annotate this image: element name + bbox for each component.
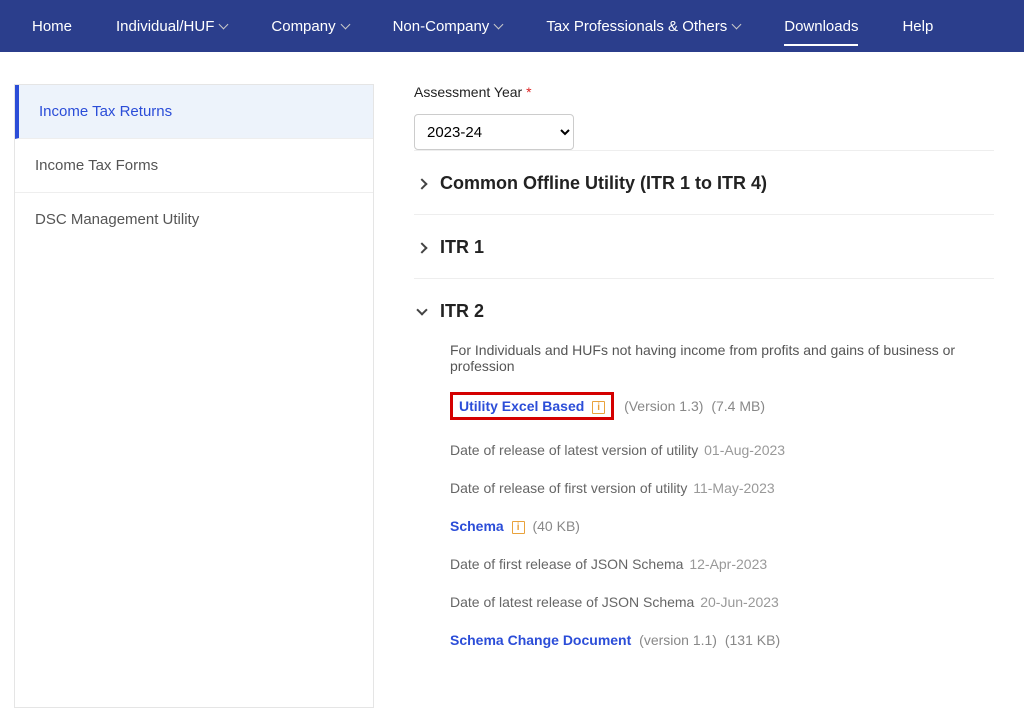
- schema-change-link[interactable]: Schema Change Document: [450, 632, 631, 648]
- nav-company[interactable]: Company: [249, 0, 370, 52]
- assessment-year-select[interactable]: 2023-24: [414, 114, 574, 150]
- required-star: *: [526, 84, 531, 100]
- date-latest-value: 01-Aug-2023: [704, 442, 785, 458]
- nav-taxpro[interactable]: Tax Professionals & Others: [524, 0, 762, 52]
- utility-size: (7.4 MB): [711, 398, 765, 414]
- chevron-down-icon: [219, 19, 229, 29]
- sidebar-item-dsc[interactable]: DSC Management Utility: [15, 193, 373, 246]
- chevron-right-icon: [416, 242, 427, 253]
- utility-excel-link[interactable]: Utility Excel Based: [459, 398, 584, 414]
- date-first-label: Date of release of first version of util…: [450, 480, 687, 496]
- section-itr2[interactable]: ITR 2: [414, 278, 994, 342]
- chevron-right-icon: [416, 178, 427, 189]
- schema-size: (40 KB): [532, 518, 579, 534]
- nav-downloads[interactable]: Downloads: [762, 0, 880, 52]
- info-icon[interactable]: i: [512, 521, 525, 534]
- date-latest-utility: Date of release of latest version of uti…: [450, 442, 994, 458]
- json-first-value: 12-Apr-2023: [689, 556, 767, 572]
- date-first-value: 11-May-2023: [693, 480, 774, 496]
- schema-change-version: (version 1.1): [639, 632, 717, 648]
- nav-home[interactable]: Home: [10, 0, 94, 52]
- highlight-box: Utility Excel Based i: [450, 392, 614, 420]
- json-first-row: Date of first release of JSON Schema 12-…: [450, 556, 994, 572]
- itr2-content: For Individuals and HUFs not having inco…: [414, 342, 994, 688]
- json-latest-value: 20-Jun-2023: [700, 594, 779, 610]
- main-container: Income Tax Returns Income Tax Forms DSC …: [0, 52, 1024, 708]
- nav-individual-label: Individual/HUF: [116, 18, 214, 35]
- schema-change-row: Schema Change Document (version 1.1) (13…: [450, 632, 994, 648]
- assessment-year-label: Assessment Year*: [414, 84, 994, 100]
- nav-noncompany-label: Non-Company: [393, 18, 490, 35]
- sidebar-item-forms[interactable]: Income Tax Forms: [15, 139, 373, 193]
- schema-change-size: (131 KB): [725, 632, 780, 648]
- json-latest-row: Date of latest release of JSON Schema 20…: [450, 594, 994, 610]
- date-latest-label: Date of release of latest version of uti…: [450, 442, 698, 458]
- nav-company-label: Company: [271, 18, 335, 35]
- chevron-down-icon: [416, 304, 427, 315]
- section-itr2-title: ITR 2: [440, 301, 484, 322]
- json-latest-label: Date of latest release of JSON Schema: [450, 594, 694, 610]
- nav-help[interactable]: Help: [880, 0, 955, 52]
- date-first-utility: Date of release of first version of util…: [450, 480, 994, 496]
- utility-row: Utility Excel Based i (Version 1.3) (7.4…: [450, 392, 994, 420]
- assessment-year-text: Assessment Year: [414, 84, 522, 100]
- utility-version: (Version 1.3): [624, 398, 703, 414]
- nav-noncompany[interactable]: Non-Company: [371, 0, 525, 52]
- chevron-down-icon: [732, 19, 742, 29]
- top-nav: Home Individual/HUF Company Non-Company …: [0, 0, 1024, 52]
- section-itr1-title: ITR 1: [440, 237, 484, 258]
- main-panel: Assessment Year* 2023-24 Common Offline …: [374, 84, 1024, 708]
- itr2-description: For Individuals and HUFs not having inco…: [450, 342, 994, 374]
- section-common-utility[interactable]: Common Offline Utility (ITR 1 to ITR 4): [414, 150, 994, 214]
- section-itr1[interactable]: ITR 1: [414, 214, 994, 278]
- nav-taxpro-label: Tax Professionals & Others: [546, 18, 727, 35]
- schema-row: Schema i (40 KB): [450, 518, 994, 534]
- info-icon[interactable]: i: [592, 401, 605, 414]
- nav-individual[interactable]: Individual/HUF: [94, 0, 249, 52]
- chevron-down-icon: [494, 19, 504, 29]
- chevron-down-icon: [340, 19, 350, 29]
- sidebar-item-returns[interactable]: Income Tax Returns: [15, 85, 373, 139]
- section-common-title: Common Offline Utility (ITR 1 to ITR 4): [440, 173, 767, 194]
- sidebar: Income Tax Returns Income Tax Forms DSC …: [14, 84, 374, 708]
- json-first-label: Date of first release of JSON Schema: [450, 556, 683, 572]
- schema-link[interactable]: Schema: [450, 518, 504, 534]
